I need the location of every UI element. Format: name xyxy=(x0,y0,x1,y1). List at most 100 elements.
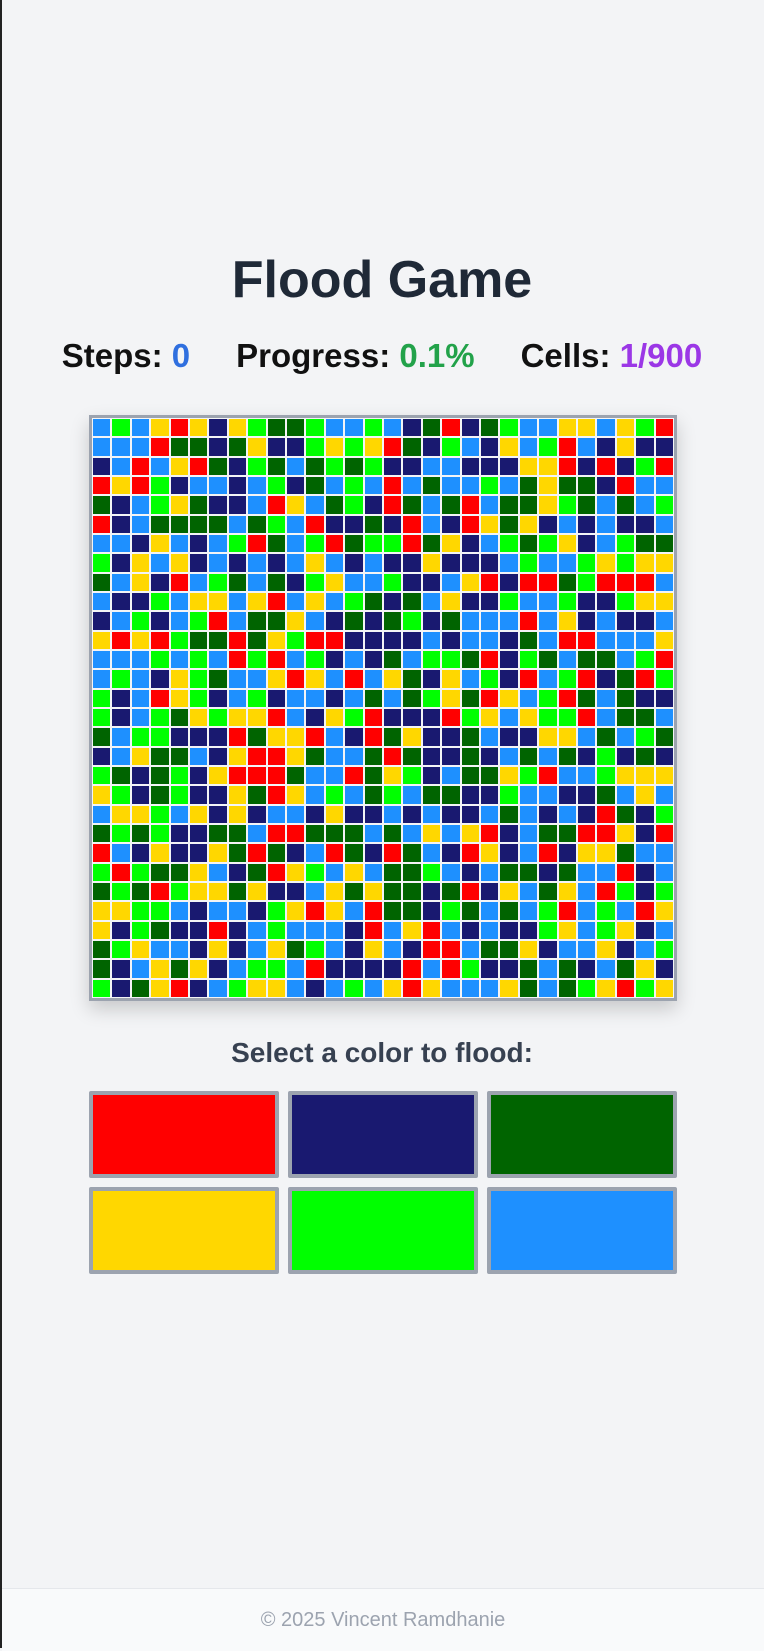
board-cell xyxy=(596,920,616,940)
board-cell xyxy=(654,476,674,496)
board-cell xyxy=(92,804,112,824)
board-cell xyxy=(557,572,577,592)
board-cell xyxy=(557,650,577,670)
board-cell xyxy=(577,920,597,940)
board-cell xyxy=(324,804,345,824)
board-cell xyxy=(499,920,519,940)
board-cell xyxy=(189,708,209,728)
board-cell xyxy=(383,572,403,592)
board-cell xyxy=(111,882,131,902)
board-cell xyxy=(92,592,112,612)
board-cell xyxy=(130,843,151,863)
board-cell xyxy=(480,418,500,438)
board-cell xyxy=(130,766,151,786)
board-cell xyxy=(189,746,209,766)
board-cell xyxy=(344,611,364,631)
color-button-gold[interactable] xyxy=(89,1187,279,1274)
board-cell xyxy=(286,611,306,631)
steps-stat: Steps: 0 xyxy=(62,337,190,375)
color-button-darkgreen[interactable] xyxy=(487,1091,677,1178)
board-cell xyxy=(324,766,345,786)
board-cell xyxy=(324,553,345,573)
board-cell xyxy=(383,418,403,438)
board-cell xyxy=(499,978,519,998)
board-cell xyxy=(150,437,170,457)
board-cell xyxy=(499,611,519,631)
board-cell xyxy=(305,708,325,728)
board-cell xyxy=(577,572,597,592)
board-cell xyxy=(130,920,151,940)
board-cell xyxy=(169,611,189,631)
board-cell xyxy=(227,978,248,998)
board-cell xyxy=(518,437,539,457)
board-cell xyxy=(518,669,539,689)
board-cell xyxy=(402,804,422,824)
color-button-blue[interactable] xyxy=(487,1187,677,1274)
board-cell xyxy=(402,437,422,457)
board-cell xyxy=(499,476,519,496)
color-button-lime[interactable] xyxy=(288,1187,478,1274)
board-cell xyxy=(189,882,209,902)
board-cell xyxy=(460,708,480,728)
board-cell xyxy=(363,553,383,573)
board-cell xyxy=(169,688,189,708)
steps-value: 0 xyxy=(171,337,191,374)
board-cell xyxy=(130,978,151,998)
board-cell xyxy=(460,940,480,960)
board-cell xyxy=(538,708,558,728)
board-cell xyxy=(92,727,112,747)
board-cell xyxy=(266,688,286,708)
board-cell xyxy=(208,514,228,534)
board-cell xyxy=(305,476,325,496)
board-cell xyxy=(324,650,345,670)
board-cell xyxy=(324,418,345,438)
board-cell xyxy=(499,514,519,534)
board-cell xyxy=(363,476,383,496)
board-cell xyxy=(441,572,461,592)
board-cell xyxy=(538,514,558,534)
board-cell xyxy=(208,418,228,438)
color-button-navy[interactable] xyxy=(288,1091,478,1178)
board-cell xyxy=(596,766,616,786)
board-cell xyxy=(92,708,112,728)
board-cell xyxy=(615,534,636,554)
board-cell xyxy=(499,746,519,766)
board-cell xyxy=(421,669,442,689)
board-cell xyxy=(208,882,228,902)
board-cell xyxy=(421,611,442,631)
board-cell xyxy=(538,862,558,882)
board-cell xyxy=(383,766,403,786)
board-cell xyxy=(324,920,345,940)
board-cell xyxy=(169,650,189,670)
board-cell xyxy=(150,572,170,592)
board-cell xyxy=(130,901,151,921)
board-cell xyxy=(344,534,364,554)
board-cell xyxy=(266,708,286,728)
board-cell xyxy=(130,650,151,670)
board-cell xyxy=(557,843,577,863)
board-cell xyxy=(635,727,655,747)
board-cell xyxy=(305,592,325,612)
board-cell xyxy=(150,708,170,728)
board-cell xyxy=(363,437,383,457)
board-cell xyxy=(596,630,616,650)
color-button-red[interactable] xyxy=(89,1091,279,1178)
board-cell xyxy=(383,592,403,612)
stats-bar: Steps: 0 Progress: 0.1% Cells: 1/900 xyxy=(0,337,764,375)
board-cell xyxy=(538,746,558,766)
board-cell xyxy=(654,688,674,708)
board-cell xyxy=(577,901,597,921)
board-cell xyxy=(227,418,248,438)
board-cell xyxy=(227,437,248,457)
board-cell xyxy=(169,959,189,979)
board-cell xyxy=(189,650,209,670)
board-cell xyxy=(92,456,112,476)
board-cell xyxy=(480,611,500,631)
board-cell xyxy=(441,456,461,476)
board-cell xyxy=(189,592,209,612)
board-cell xyxy=(402,611,422,631)
board-cell xyxy=(635,418,655,438)
board-cell xyxy=(324,901,345,921)
board-cell xyxy=(286,476,306,496)
board-cell xyxy=(169,418,189,438)
